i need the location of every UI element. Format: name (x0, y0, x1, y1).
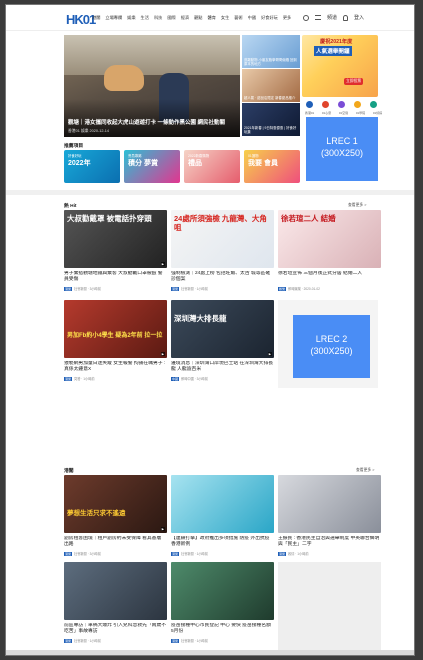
hero-title[interactable]: 觀塘｜港女攜同收起大虎山遊遊打卡 一條動作黑公園 網民社動關 (68, 120, 236, 127)
app-icon[interactable] (370, 101, 377, 108)
login-link[interactable]: 登入 (354, 14, 364, 21)
recommend-banner[interactable]: 2022新春購物 禮品 (184, 150, 240, 183)
hot-heading: 熱 Hit (64, 204, 77, 209)
news-image: 徐若瑄二人 結婚 (278, 210, 381, 268)
latest-heading: 港聞 (64, 469, 74, 474)
app-icon[interactable] (338, 101, 345, 108)
menu-icon[interactable] (314, 15, 321, 20)
app-icon[interactable] (322, 101, 329, 108)
user-icon[interactable] (342, 14, 348, 21)
nav-item[interactable]: 中國 (248, 15, 256, 21)
news-card[interactable]: 24處所須強檢 九龍灣、大角咀 強制檢測｜24處上榜 包括旺角、太古 城等區確診… (171, 210, 274, 291)
side-thumb[interactable]: 超人氣 · 甜品店限定 新春甜品推介 (242, 69, 300, 102)
nav-item[interactable]: 好食好玩 (261, 15, 278, 21)
news-image: 大叔勸戴罩 被電話扑穿頭 ▶ (64, 210, 167, 268)
news-card[interactable]: 徐若瑄二人 結婚 徐若瑄宣佈 三個月後正式分居 結婚二人 娛樂 即時娛樂 · 20… (278, 210, 381, 291)
recommend-banner[interactable]: 會員專屬 積分 夢賞 (124, 150, 180, 183)
app-icon[interactable] (354, 101, 361, 108)
news-card[interactable]: 疫苗接種中心市民登記 中心 要快 疫苗接種名額 5月份 港聞 社會新聞 · 1小時… (171, 562, 274, 643)
recommend-banner[interactable]: 01選物 我要 會員 (244, 150, 300, 183)
nav-item[interactable]: 港聞 (92, 15, 100, 21)
latest-more-link[interactable]: 查看更多 > (356, 468, 374, 473)
news-image (278, 475, 381, 533)
news-image: 深圳灣大排長龍 ▶ (171, 300, 274, 358)
ad-lrec-2[interactable]: LREC 2 (300X250) (293, 315, 370, 378)
vote-button[interactable]: 立即投票 (344, 78, 364, 85)
app-labels: 香港01 01心意 01空間 01學院 01偵探 (304, 111, 383, 115)
news-card[interactable]: 大叔勸戴罩 被電話扑穿頭 ▶ 男子乘搭觀塘地鐵與乘客 大叔勸戴口罩被毆 警員受傷… (64, 210, 167, 291)
news-image: 男加Fb約小4學生 疑為2年前 拉一拉 ▶ (64, 300, 167, 358)
nav-item[interactable]: 經濟 (181, 15, 189, 21)
news-card[interactable]: 前區專訪｜車禍大爆炸 引入兒科急救先「兩歲不吃苦」事故專訪 港聞 社會新聞 · 1… (64, 562, 167, 643)
nav-item[interactable]: 觀點 (194, 15, 202, 21)
browser-page: HK01 港聞 立場專欄 娛樂 生活 科技 國際 經濟 觀點 體育 女生 藝術 … (5, 4, 415, 656)
side-thumb[interactable]: 2021年新春 | 9日特惠優惠 | 好食好玩集 (242, 103, 300, 136)
hero-story[interactable]: 觀塘｜港女攜同收起大虎山遊遊打卡 一條動作黑公園 網民社動關 香港01 娛樂 2… (64, 35, 240, 137)
channels-link[interactable]: 頻道 (327, 14, 337, 21)
news-card[interactable]: 深圳灣大排長龍 ▶ 邊境消息｜深圳灣口岸現巴士站 在深圳灣大排長龍 人龍逾百米 … (171, 300, 274, 381)
hero-image-dog (104, 65, 144, 91)
page-bottom-bar (6, 650, 414, 655)
news-image (171, 562, 274, 620)
nav-item[interactable]: 藝術 (234, 15, 242, 21)
news-card[interactable]: 【連鎖打擊】政府推出多項措施 防疫 外出抗疫 香港新例 港聞 社會新聞 · 1小時… (171, 475, 274, 556)
news-image (64, 562, 167, 620)
ad-lrec-1[interactable]: LREC 1 (300X250) (306, 117, 378, 181)
hot-more-link[interactable]: 查看更多 > (348, 203, 366, 208)
nav-item[interactable]: 立場專欄 (105, 15, 122, 21)
news-card[interactable]: 男加Fb約小4學生 疑為2年前 拉一拉 ▶ 猥褻網男加童日迷失蹤 女生報警 拘捕… (64, 300, 167, 381)
news-image: 24處所須強檢 九龍灣、大角咀 (171, 210, 274, 268)
news-image: 夢想生活只求不遙遠 ▶ (64, 475, 167, 533)
recommend-heading: 推薦項目 (64, 144, 84, 149)
nav-item[interactable]: 生活 (141, 15, 149, 21)
hero-side-thumbs: 逃難動物 小朋友跑學哥哥偷蝦 回到原本的地方 超人氣 · 甜品店限定 新春甜品推… (242, 35, 300, 137)
main-nav: 港聞 立場專欄 娛樂 生活 科技 國際 經濟 觀點 體育 女生 藝術 中國 好食… (92, 15, 291, 21)
hero-image-sky (64, 35, 240, 75)
site-header: HK01 港聞 立場專欄 娛樂 生活 科技 國際 經濟 觀點 體育 女生 藝術 … (6, 5, 414, 31)
recommend-banner[interactable]: 好食好玩 2022年 (64, 150, 120, 183)
app-icon[interactable] (306, 101, 313, 108)
nav-item[interactable]: 體育 (208, 15, 216, 21)
nav-item-more[interactable]: 更多 (283, 15, 291, 21)
side-thumb[interactable]: 逃難動物 小朋友跑學哥哥偷蝦 回到原本的地方 (242, 35, 300, 68)
header-actions: 頻道 登入 (302, 14, 364, 21)
nav-item[interactable]: 女生 (221, 15, 229, 21)
nav-item[interactable]: 娛樂 (127, 15, 135, 21)
news-card[interactable]: 夢想生活只求不遙遠 ▶ 劏房租客困境｜租戶劏房約未受保障 看其基層 出路 港聞社… (64, 475, 167, 556)
news-card[interactable]: 王振民 : 香港民主自治與選舉制度 中英聯合聲明與「民主」二字 港聞 政情 · 1… (278, 475, 381, 556)
news-image (171, 475, 274, 533)
promo-banner[interactable]: 慶祝2021年度 人氣選舉開鑼 立即投票 (302, 35, 378, 97)
app-icons (306, 101, 377, 108)
nav-item[interactable]: 科技 (154, 15, 162, 21)
site-logo[interactable]: HK01 (66, 12, 96, 27)
search-icon[interactable] (302, 14, 309, 21)
nav-item[interactable]: 國際 (167, 15, 175, 21)
hero-meta: 香港01 娛樂 2020-12-14 (68, 129, 109, 133)
